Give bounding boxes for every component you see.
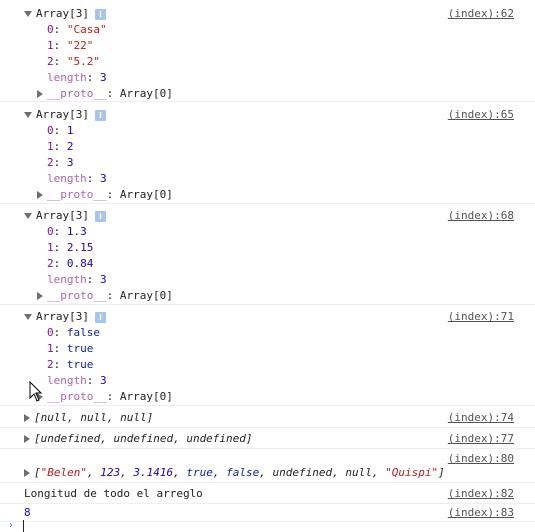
collapsed-array[interactable]: [undefined, undefined, undefined] <box>24 431 253 447</box>
array-header[interactable]: Array[3] i <box>24 208 106 224</box>
console-entry-array-3: Array[3] i (index):68 0: 1.3 1: 2.15 2: 0… <box>0 205 535 305</box>
console-entry-number: 8 (index):83 <box>0 504 535 522</box>
source-link[interactable]: (index):74 <box>448 410 514 426</box>
proto-row[interactable]: __proto__: Array[0] <box>37 187 173 203</box>
expand-triangle-icon[interactable] <box>24 213 32 219</box>
array-item: 2: "5.2" <box>47 55 100 68</box>
collapse-triangle-icon[interactable] <box>24 414 30 422</box>
array-header[interactable]: Array[3] i <box>24 107 106 123</box>
expand-triangle-icon[interactable] <box>24 11 32 17</box>
console-entry-null-array: [null, null, null] (index):74 <box>0 407 535 428</box>
array-length: length: 3 <box>47 172 107 185</box>
source-link[interactable]: (index):71 <box>448 309 514 325</box>
info-icon: i <box>94 210 106 222</box>
collapse-triangle-icon[interactable] <box>37 90 43 98</box>
collapsed-array[interactable]: [null, null, null] <box>24 410 153 426</box>
proto-row[interactable]: __proto__: Array[0] <box>37 288 173 304</box>
array-item: 1: "22" <box>47 39 94 52</box>
source-link[interactable]: (index):80 <box>448 451 514 467</box>
array-item: 2: 3 <box>47 156 74 169</box>
expand-triangle-icon[interactable] <box>24 314 32 320</box>
array-item: 0: false <box>47 326 100 339</box>
console-entry-array-2: Array[3] i (index):65 0: 1 1: 2 2: 3 leng… <box>0 104 535 204</box>
source-link[interactable]: (index):68 <box>448 208 514 224</box>
array-length: length: 3 <box>47 71 107 84</box>
array-item: 0: "Casa" <box>47 23 107 36</box>
collapsed-mixed-array[interactable]: ["Belen", 123, 3.1416, true, false, unde… <box>24 465 445 481</box>
array-item: 1: true <box>47 342 94 355</box>
collapse-triangle-icon[interactable] <box>37 292 43 300</box>
info-icon: i <box>94 8 106 20</box>
console-entry-log: Longitud de todo el arreglo (index):82 <box>0 484 535 504</box>
console-entry-array-1: Array[3] i (index):62 0: "Casa" 1: "22" 2… <box>0 3 535 102</box>
info-icon: i <box>94 311 106 323</box>
array-item: 1: 2 <box>47 140 74 153</box>
source-link[interactable]: (index):65 <box>448 107 514 123</box>
console-prompt-icon: › <box>8 520 15 531</box>
source-link[interactable]: (index):83 <box>448 505 514 521</box>
array-item: 2: 0.84 <box>47 257 94 270</box>
collapse-triangle-icon[interactable] <box>24 469 30 477</box>
array-length: length: 3 <box>47 374 107 387</box>
source-link[interactable]: (index):77 <box>448 431 514 447</box>
console-input[interactable] <box>23 520 24 532</box>
proto-row[interactable]: __proto__: Array[0] <box>37 86 173 102</box>
expand-triangle-icon[interactable] <box>24 112 32 118</box>
array-item: 0: 1.3 <box>47 225 87 238</box>
source-link[interactable]: (index):62 <box>448 6 514 22</box>
array-item: 0: 1 <box>47 124 74 137</box>
collapse-triangle-icon[interactable] <box>24 435 30 443</box>
console-entry-array-4: Array[3] i (index):71 0: false 1: true 2:… <box>0 306 535 406</box>
array-item: 1: 2.15 <box>47 241 94 254</box>
log-number: 8 <box>24 506 31 519</box>
console-entry-undefined-array: [undefined, undefined, undefined] (index… <box>0 428 535 449</box>
array-item: 2: true <box>47 358 94 371</box>
array-length: length: 3 <box>47 273 107 286</box>
collapse-triangle-icon[interactable] <box>37 191 43 199</box>
proto-row[interactable]: __proto__: Array[0] <box>37 389 173 405</box>
source-link[interactable]: (index):82 <box>448 486 514 502</box>
mouse-cursor-icon <box>29 381 43 402</box>
array-header[interactable]: Array[3] i <box>24 309 106 325</box>
info-icon: i <box>94 109 106 121</box>
log-message: Longitud de todo el arreglo <box>24 487 203 500</box>
console-entry-mixed-array: (index):80 ["Belen", 123, 3.1416, true, … <box>0 449 535 483</box>
array-header[interactable]: Array[3] i <box>24 6 106 22</box>
